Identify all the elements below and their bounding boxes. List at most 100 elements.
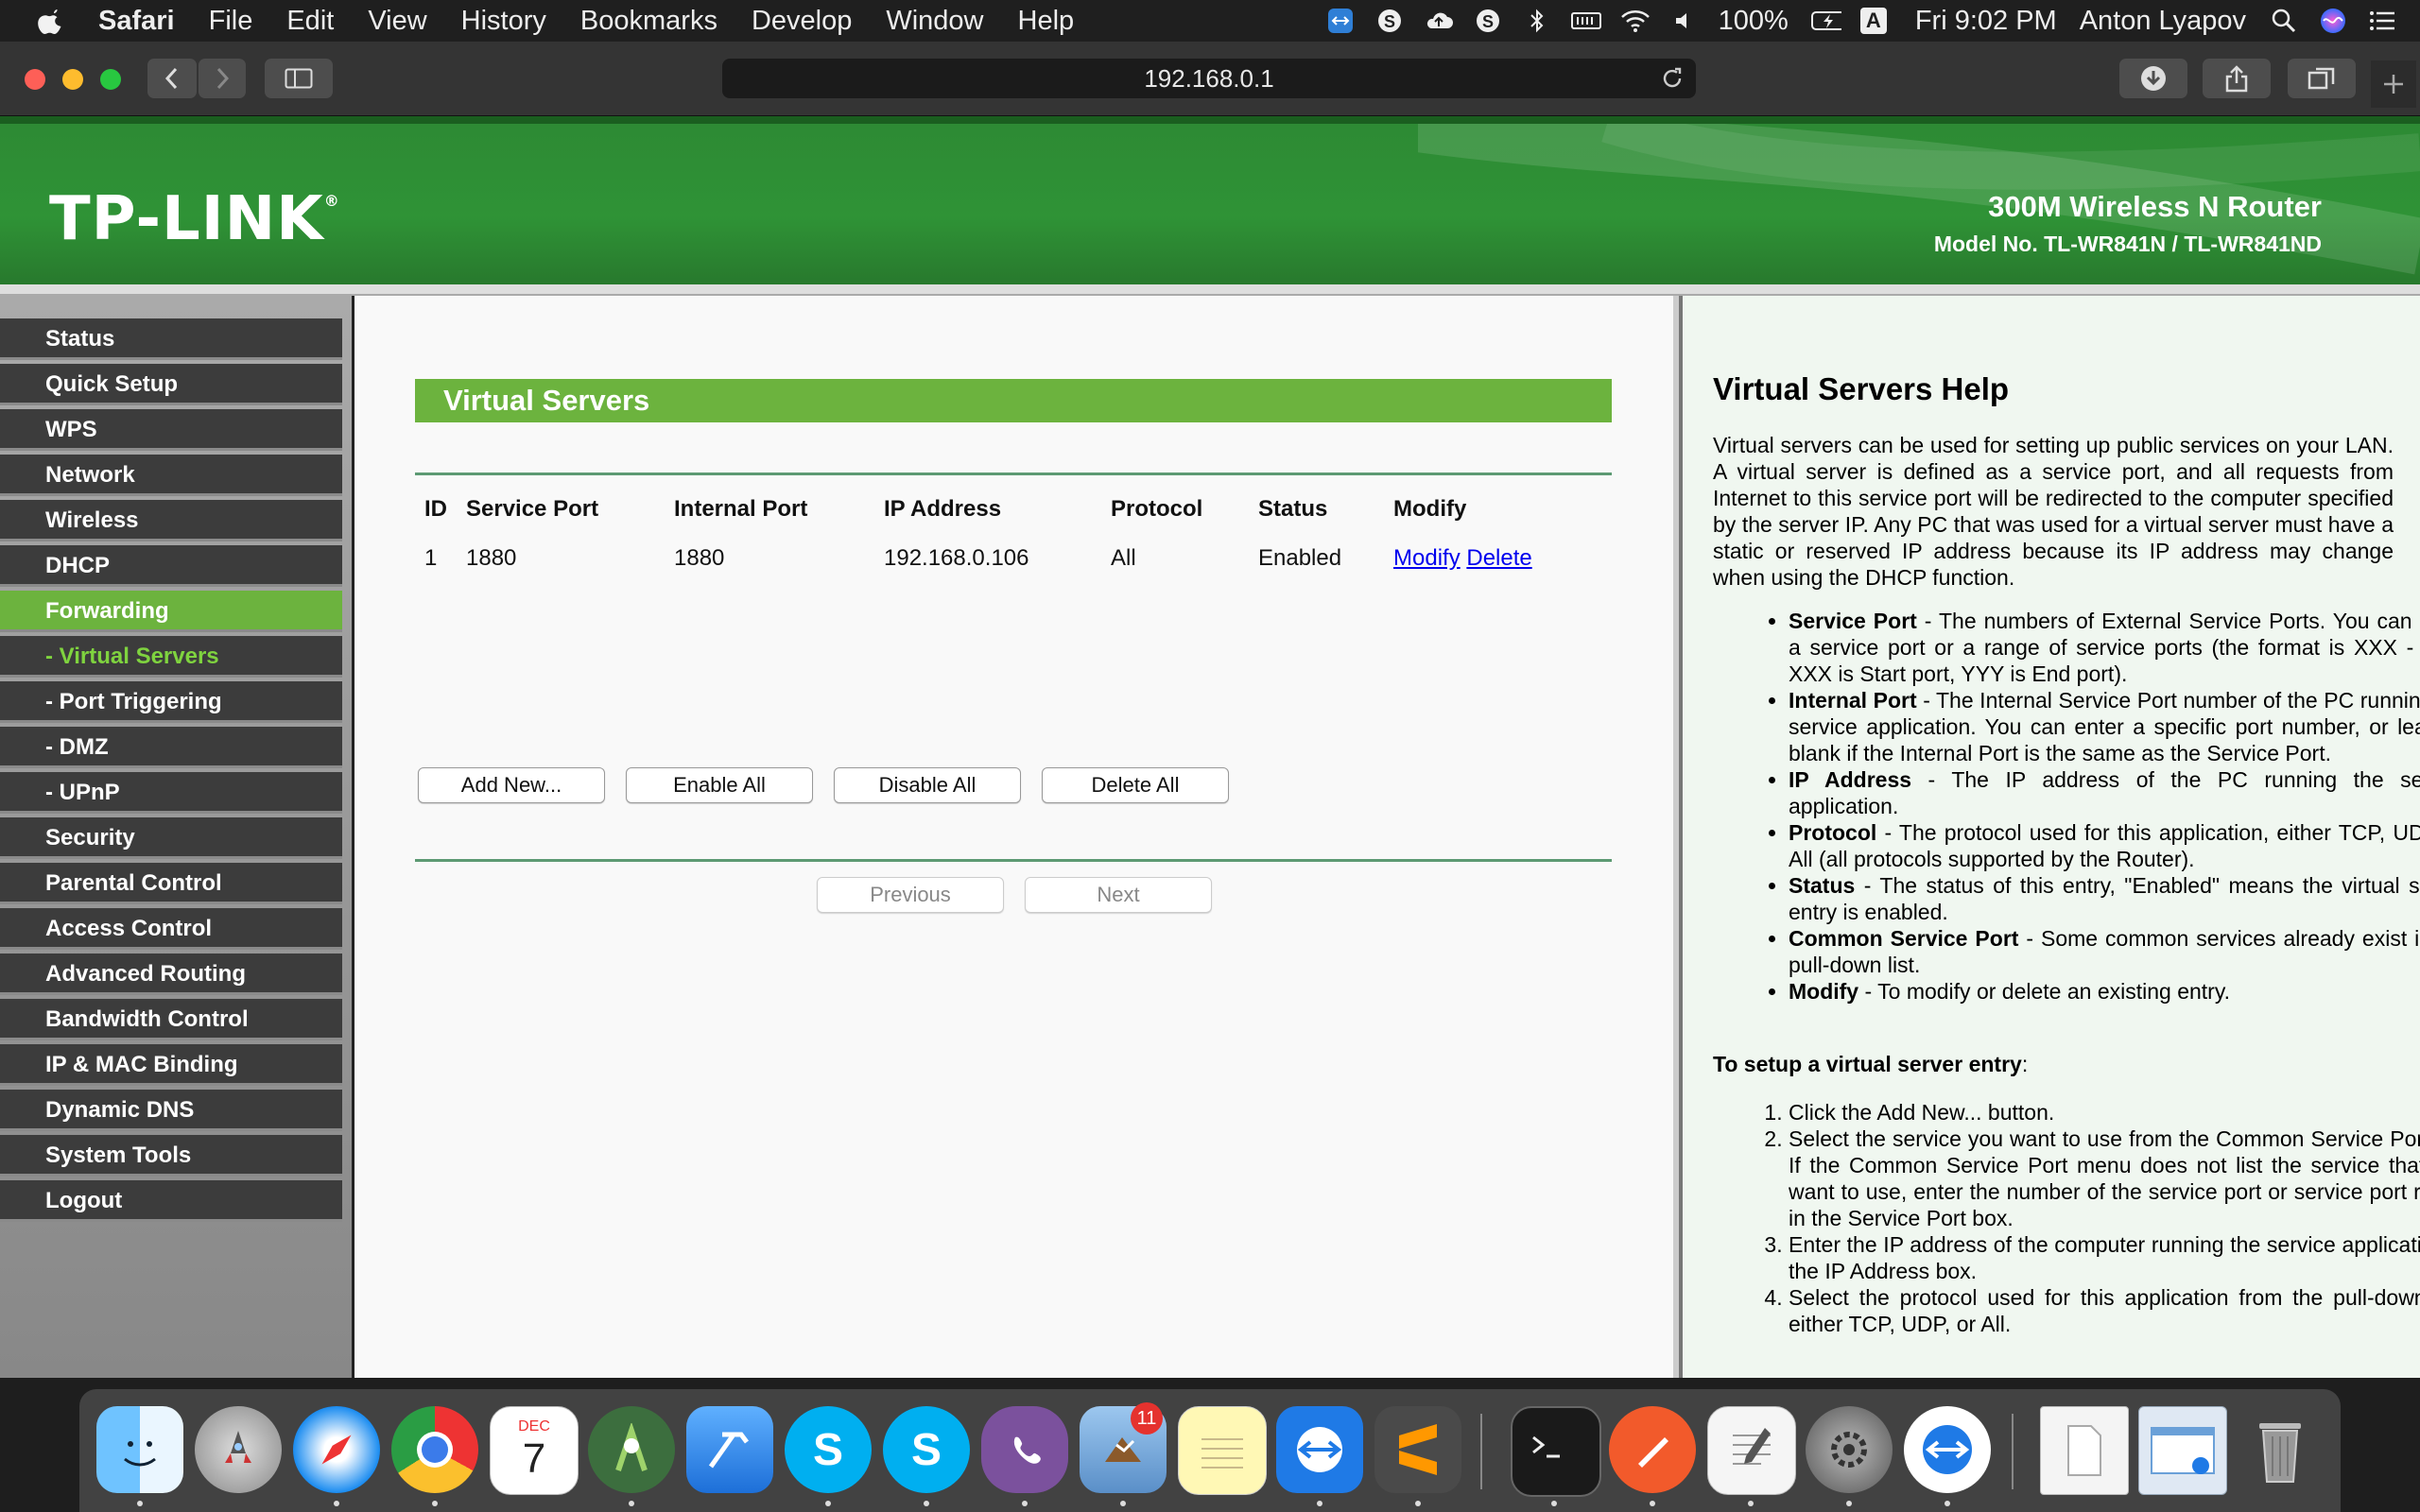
nav-bandwidth-control[interactable]: Bandwidth Control <box>0 999 342 1040</box>
minimize-window-button[interactable] <box>62 69 83 90</box>
battery-percentage: 100% <box>1718 5 1789 36</box>
share-button[interactable] <box>2203 59 2271 98</box>
system-preferences-icon[interactable] <box>1806 1406 1893 1493</box>
memory-icon[interactable] <box>1570 8 1601 34</box>
previous-button[interactable]: Previous <box>817 877 1004 913</box>
delete-all-button[interactable]: Delete All <box>1042 767 1229 803</box>
forward-button[interactable] <box>199 59 246 98</box>
delete-link[interactable]: Delete <box>1466 545 1531 571</box>
skype-status-icon[interactable]: S <box>1374 8 1405 34</box>
menu-help[interactable]: Help <box>1018 6 1075 37</box>
nav-port-triggering[interactable]: - Port Triggering <box>0 681 342 723</box>
chevron-left-icon <box>164 67 178 90</box>
nav-advanced-routing[interactable]: Advanced Routing <box>0 954 342 995</box>
close-window-button[interactable] <box>25 69 45 90</box>
menu-clock[interactable]: Fri 9:02 PM <box>1915 6 2057 37</box>
disable-all-button[interactable]: Disable All <box>834 767 1021 803</box>
input-source-icon[interactable]: A <box>1859 8 1887 34</box>
sidebar-toggle-button[interactable] <box>265 59 333 98</box>
menu-view[interactable]: View <box>368 6 426 37</box>
nav-security[interactable]: Security <box>0 817 342 859</box>
help-steps-list: Click the Add New... button. Select the … <box>1713 1099 2420 1337</box>
terminal-icon[interactable] <box>1511 1406 1601 1497</box>
menu-develop[interactable]: Develop <box>752 6 852 37</box>
enable-all-button[interactable]: Enable All <box>626 767 813 803</box>
back-button[interactable] <box>147 59 197 98</box>
menu-edit[interactable]: Edit <box>286 6 334 37</box>
finder-icon[interactable] <box>96 1406 183 1493</box>
textedit-icon[interactable] <box>1707 1406 1796 1495</box>
android-studio-icon[interactable] <box>588 1406 675 1493</box>
trash-icon[interactable] <box>2237 1406 2324 1493</box>
menu-file[interactable]: File <box>209 6 253 37</box>
nav-status[interactable]: Status <box>0 318 342 360</box>
menu-app-name[interactable]: Safari <box>98 6 175 37</box>
nav-ip-mac-binding[interactable]: IP & MAC Binding <box>0 1044 342 1086</box>
cloud-upload-icon[interactable] <box>1424 8 1454 34</box>
nav-network[interactable]: Network <box>0 455 342 496</box>
nav-forwarding[interactable]: Forwarding <box>0 591 342 632</box>
nav-system-tools[interactable]: System Tools <box>0 1135 342 1177</box>
viber-icon[interactable] <box>981 1406 1068 1493</box>
nav-logout[interactable]: Logout <box>0 1180 342 1222</box>
nav-parental-control[interactable]: Parental Control <box>0 863 342 904</box>
mail-badge: 11 <box>1131 1402 1163 1435</box>
nav-dhcp[interactable]: DHCP <box>0 545 342 587</box>
bluetooth-icon[interactable] <box>1522 8 1552 34</box>
new-tab-button[interactable] <box>2371 60 2416 108</box>
notes-icon[interactable] <box>1178 1406 1267 1495</box>
nav-quick-setup[interactable]: Quick Setup <box>0 364 342 405</box>
skype-business-status-icon[interactable]: S <box>1473 8 1503 34</box>
sketch-icon[interactable] <box>1609 1406 1696 1493</box>
running-indicator <box>924 1501 929 1506</box>
battery-charging-icon[interactable] <box>1810 8 1841 34</box>
nav-wireless[interactable]: Wireless <box>0 500 342 541</box>
zoom-window-button[interactable] <box>100 69 121 90</box>
add-new-button[interactable]: Add New... <box>418 767 605 803</box>
safari-icon[interactable] <box>293 1406 380 1493</box>
row-ip-address: 192.168.0.106 <box>884 545 1029 571</box>
menu-window[interactable]: Window <box>886 6 983 37</box>
header-status: Status <box>1258 496 1328 522</box>
volume-icon[interactable] <box>1669 8 1700 34</box>
skype-icon[interactable]: S <box>785 1406 872 1493</box>
menu-bookmarks[interactable]: Bookmarks <box>580 6 717 37</box>
nav-dynamic-dns[interactable]: Dynamic DNS <box>0 1090 342 1131</box>
menu-user[interactable]: Anton Lyapov <box>2080 6 2246 37</box>
launchpad-icon[interactable] <box>195 1406 282 1493</box>
apple-icon[interactable] <box>38 7 66 35</box>
skype-for-business-icon[interactable]: S <box>883 1406 970 1493</box>
teamviewer-quicksupport-icon[interactable] <box>1904 1406 1991 1493</box>
row-id: 1 <box>424 545 438 571</box>
nav-dmz[interactable]: - DMZ <box>0 727 342 768</box>
chrome-icon[interactable] <box>391 1406 478 1493</box>
teamviewer-icon[interactable] <box>1276 1406 1363 1493</box>
share-icon <box>2225 65 2248 93</box>
spotlight-search-icon[interactable] <box>2269 8 2299 34</box>
running-indicator <box>1415 1501 1421 1506</box>
calendar-icon[interactable]: DEC 7 <box>490 1406 579 1495</box>
next-button[interactable]: Next <box>1025 877 1212 913</box>
nav-wps[interactable]: WPS <box>0 409 342 451</box>
siri-icon[interactable] <box>2318 8 2348 34</box>
address-bar[interactable]: 192.168.0.1 <box>722 59 1696 98</box>
sublime-text-icon[interactable] <box>1374 1406 1461 1493</box>
help-step: Select the service you want to use from … <box>1789 1125 2420 1231</box>
reload-icon[interactable] <box>1660 66 1685 91</box>
screenshot-folder-icon[interactable] <box>2138 1406 2227 1495</box>
modify-link[interactable]: Modify <box>1393 545 1461 571</box>
nav-virtual-servers[interactable]: - Virtual Servers <box>0 636 342 678</box>
nav-upnp[interactable]: - UPnP <box>0 772 342 814</box>
document-icon[interactable] <box>2040 1406 2129 1495</box>
xcode-icon[interactable] <box>686 1406 773 1493</box>
show-all-tabs-button[interactable] <box>2288 59 2356 98</box>
browser-toolbar: 192.168.0.1 <box>0 42 2420 116</box>
notification-center-icon[interactable] <box>2367 8 2397 34</box>
menu-history[interactable]: History <box>461 6 546 37</box>
teamviewer-status-icon[interactable] <box>1325 8 1356 34</box>
nav-access-control[interactable]: Access Control <box>0 908 342 950</box>
web-page: TP-LINK® 300M Wireless N Router Model No… <box>0 116 2420 1378</box>
downloads-button[interactable] <box>2119 59 2187 98</box>
running-indicator <box>1846 1501 1852 1506</box>
wifi-icon[interactable] <box>1620 8 1651 34</box>
